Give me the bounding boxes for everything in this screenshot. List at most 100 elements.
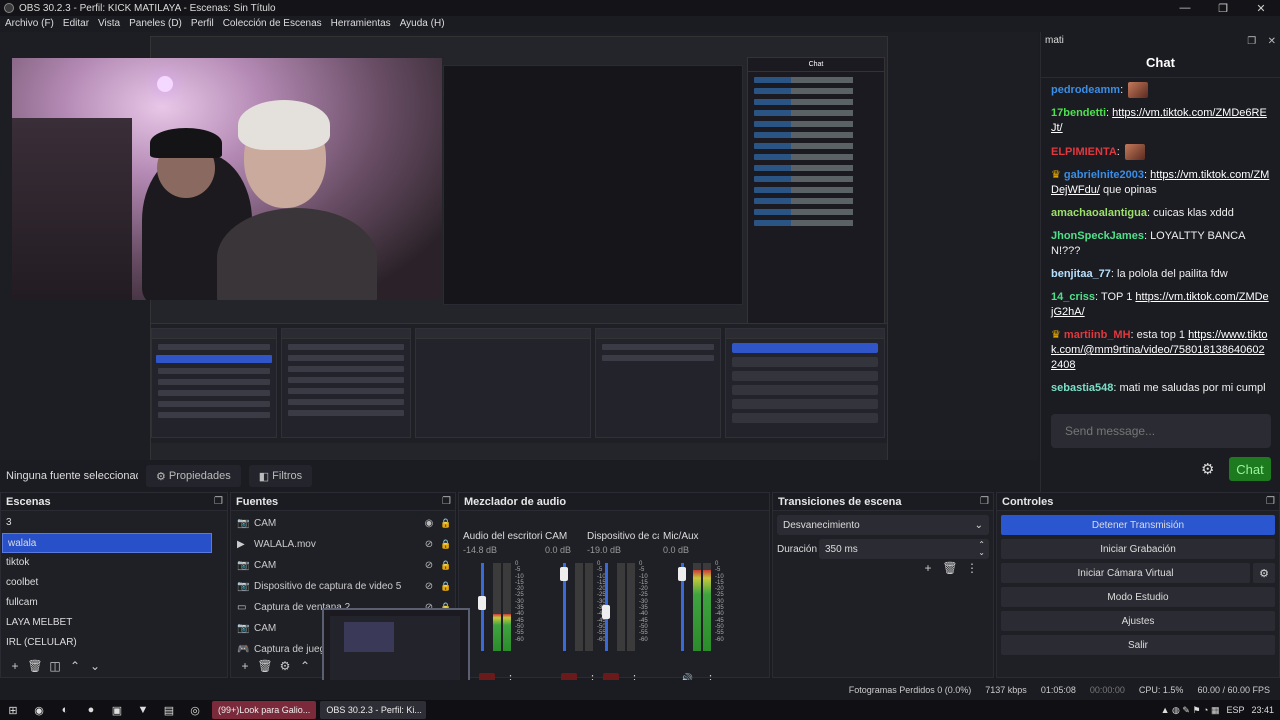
start-recording-button[interactable]: Iniciar Grabación xyxy=(1001,539,1275,559)
studio-mode-button[interactable]: Modo Estudio xyxy=(1001,587,1275,607)
fader-knob[interactable] xyxy=(560,567,568,582)
chat-settings-gear-icon[interactable]: ⚙ xyxy=(1201,460,1214,478)
menu-paneles[interactable]: Paneles (D) xyxy=(129,16,182,32)
chat-username[interactable]: sebastia548 xyxy=(1051,382,1113,394)
app-icon[interactable]: ◐ xyxy=(52,704,78,716)
chrome-icon[interactable]: ◎ xyxy=(182,704,208,717)
menu-vista[interactable]: Vista xyxy=(98,16,120,32)
language-indicator[interactable]: ESP xyxy=(1226,705,1244,715)
scene-item[interactable]: IRL (CELULAR) xyxy=(1,633,227,653)
lock-icon[interactable]: 🔒 xyxy=(437,560,455,571)
move-up-icon[interactable]: ⌃ xyxy=(295,659,315,673)
chat-username[interactable]: pedrodeamm xyxy=(1051,84,1120,96)
chat-message-input[interactable] xyxy=(1051,414,1271,448)
menu-coleccion-escenas[interactable]: Colección de Escenas xyxy=(223,16,322,32)
minimize-button[interactable]: — xyxy=(1166,0,1204,16)
source-properties-gear-icon[interactable]: ⚙ xyxy=(275,659,295,673)
remove-source-icon[interactable]: 🗑 xyxy=(255,659,275,673)
scene-item[interactable]: tiktok xyxy=(1,553,227,573)
transition-select[interactable]: Desvanecimiento ⌄ xyxy=(777,515,989,535)
menu-herramientas[interactable]: Herramientas xyxy=(331,16,391,32)
transitions-dock-title: Transiciones de escena ❐ xyxy=(773,493,993,511)
menu-perfil[interactable]: Perfil xyxy=(191,16,214,32)
chat-send-button[interactable]: Chat xyxy=(1229,457,1271,481)
menu-editar[interactable]: Editar xyxy=(63,16,89,32)
volume-fader[interactable] xyxy=(678,563,686,651)
undock-icon[interactable]: ❐ xyxy=(1247,36,1256,47)
settings-button[interactable]: Ajustes xyxy=(1001,611,1275,631)
scene-filters-icon[interactable]: ◫ xyxy=(45,659,65,673)
chat-username[interactable]: martiinb_MH xyxy=(1064,329,1131,341)
windows-start-icon[interactable]: ⊞ xyxy=(0,704,26,717)
close-button[interactable]: ✕ xyxy=(1242,0,1280,16)
source-item[interactable]: 📷 Dispositivo de captura de video 5 ⊘ 🔒 xyxy=(231,576,455,597)
volume-fader[interactable] xyxy=(478,563,486,651)
exit-button[interactable]: Salir xyxy=(1001,635,1275,655)
stop-streaming-button[interactable]: Detener Transmisión xyxy=(1001,515,1275,535)
fader-knob[interactable] xyxy=(602,605,610,620)
fader-knob[interactable] xyxy=(678,567,686,582)
source-item[interactable]: ▶ WALALA.mov ⊘ 🔒 xyxy=(231,534,455,555)
chat-message-list[interactable]: pedrodeamm: 17bendetti: https://vm.tikto… xyxy=(1041,78,1280,398)
folder-icon[interactable]: ▤ xyxy=(156,704,182,717)
filters-button[interactable]: ◧ Filtros xyxy=(248,465,313,487)
spin-arrows-icon[interactable]: ⌃ ⌄ xyxy=(978,541,985,557)
close-dock-icon[interactable]: ✕ xyxy=(1268,36,1276,47)
lock-icon[interactable]: 🔒 xyxy=(437,581,455,592)
undock-icon[interactable]: ❐ xyxy=(214,496,223,507)
taskbar-obs-task[interactable]: OBS 30.2.3 - Perfil: Ki... xyxy=(320,701,427,719)
chat-username[interactable]: benjitaa_77 xyxy=(1051,268,1111,280)
scene-item[interactable]: coolbet xyxy=(1,573,227,593)
taskbar-browser-task[interactable]: (99+)Look para Galio... xyxy=(212,701,317,719)
edge-icon[interactable]: ◉ xyxy=(26,704,52,717)
virtual-camera-gear-icon[interactable]: ⚙ xyxy=(1253,563,1275,583)
menu-ayuda[interactable]: Ayuda (H) xyxy=(400,16,445,32)
preview-canvas[interactable]: Chat xyxy=(0,32,1038,460)
clock[interactable]: 23:41 xyxy=(1251,705,1274,715)
chat-username[interactable]: ELPIMIENTA xyxy=(1051,146,1117,158)
source-item[interactable]: 📷 CAM ⊘🔒 xyxy=(231,555,455,576)
scene-item[interactable]: LAYA MELBET xyxy=(1,613,227,633)
source-item[interactable]: 📷 CAM ◉ 🔒 xyxy=(231,513,455,534)
scene-item[interactable]: 3 xyxy=(1,513,227,533)
remove-transition-icon[interactable]: 🗑 xyxy=(939,561,961,575)
undock-icon[interactable]: ❐ xyxy=(1266,496,1275,507)
move-down-icon[interactable]: ⌄ xyxy=(85,659,105,673)
eye-hidden-icon[interactable]: ⊘ xyxy=(421,560,437,571)
duration-spinbox[interactable]: 350 ms ⌃ ⌄ xyxy=(819,539,989,559)
transition-tools: + 🗑 ⋮ xyxy=(917,561,983,575)
volume-fader[interactable] xyxy=(602,563,610,651)
lock-icon[interactable]: 🔒 xyxy=(437,518,455,529)
eye-hidden-icon[interactable]: ⊘ xyxy=(421,539,437,550)
chat-username[interactable]: 14_criss xyxy=(1051,291,1095,303)
fader-knob[interactable] xyxy=(478,596,486,611)
volume-fader[interactable] xyxy=(560,563,568,651)
chat-username[interactable]: JhonSpeckJames xyxy=(1051,230,1144,242)
start-virtual-camera-button[interactable]: Iniciar Cámara Virtual xyxy=(1001,563,1250,583)
eye-hidden-icon[interactable]: ⊘ xyxy=(421,581,437,592)
store-icon[interactable]: ▣ xyxy=(104,704,130,717)
firefox-icon[interactable]: ● xyxy=(78,704,104,716)
chat-username[interactable]: amachaoalantigua xyxy=(1051,207,1147,219)
scene-item[interactable]: walala xyxy=(2,533,212,553)
eye-icon[interactable]: ◉ xyxy=(421,518,437,529)
more-options-icon[interactable]: ⋮ xyxy=(961,561,983,575)
properties-button[interactable]: ⚙ Propiedades xyxy=(146,465,241,487)
scene-item[interactable]: fullcam xyxy=(1,593,227,613)
chat-username[interactable]: gabrielnite2003 xyxy=(1064,169,1144,181)
remove-scene-icon[interactable]: 🗑 xyxy=(25,659,45,673)
tray-icons[interactable]: ▲ ◍ ✎ ⚑ ◔ ▦ xyxy=(1161,705,1220,716)
transitions-title: Transiciones de escena xyxy=(778,495,902,508)
move-up-icon[interactable]: ⌃ xyxy=(65,659,85,673)
brave-icon[interactable]: ▼ xyxy=(130,704,156,716)
add-source-icon[interactable]: + xyxy=(235,659,255,673)
undock-icon[interactable]: ❐ xyxy=(980,496,989,507)
chat-username[interactable]: 17bendetti xyxy=(1051,107,1106,119)
lock-icon[interactable]: 🔒 xyxy=(437,539,455,550)
undock-icon[interactable]: ❐ xyxy=(442,496,451,507)
add-scene-icon[interactable]: + xyxy=(5,659,25,673)
add-transition-icon[interactable]: + xyxy=(917,561,939,575)
menu-archivo[interactable]: Archivo (F) xyxy=(5,16,54,32)
maximize-button[interactable]: ❐ xyxy=(1204,0,1242,16)
filter-icon: ◧ xyxy=(258,470,273,483)
